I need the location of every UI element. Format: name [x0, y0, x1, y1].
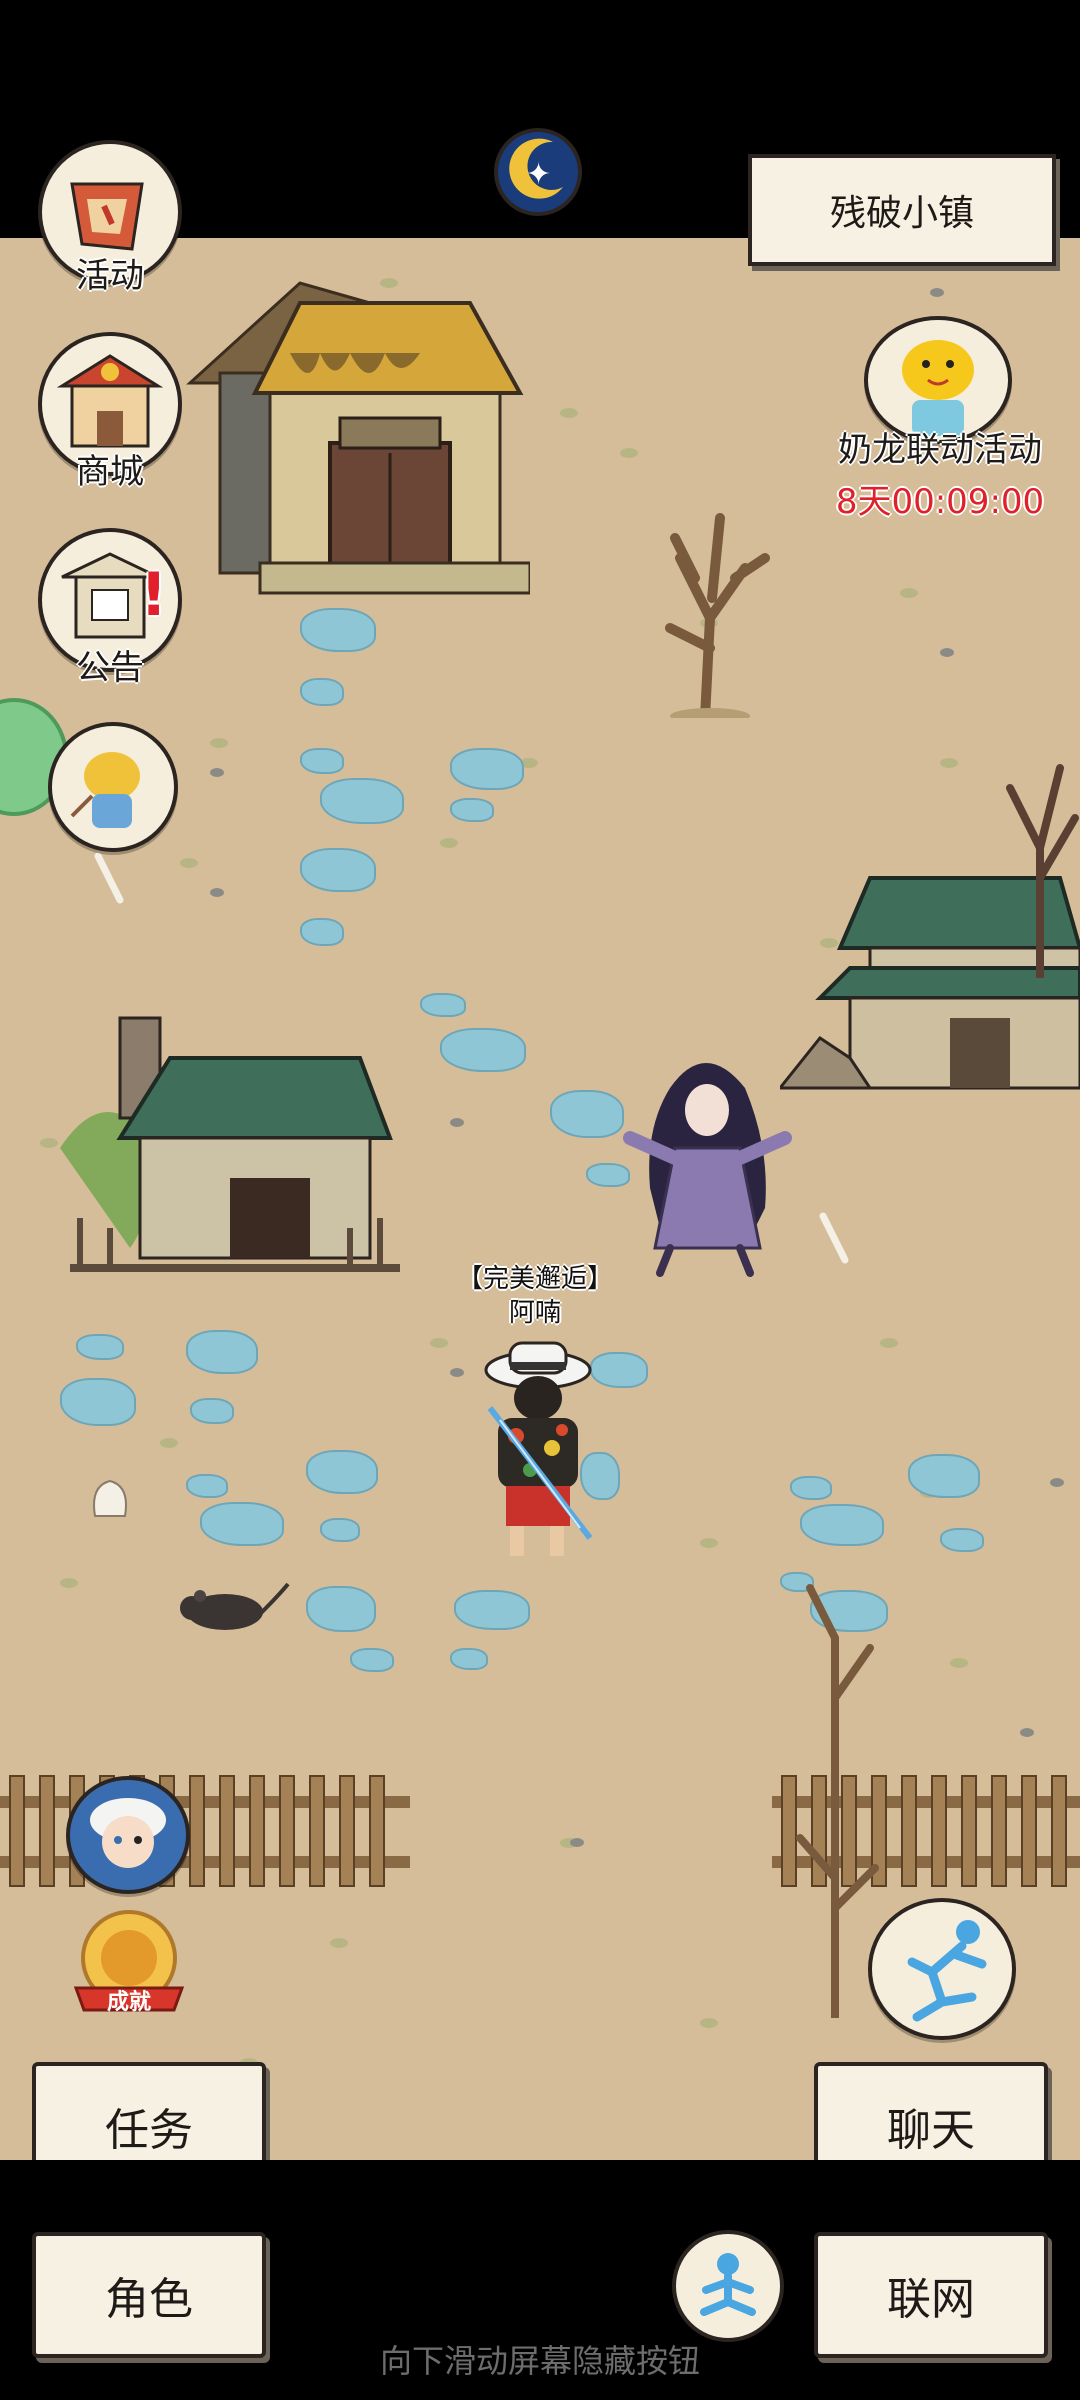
sprint-button[interactable] — [868, 1898, 1016, 2040]
rat-enemy[interactable] — [170, 1578, 290, 1638]
hide-buttons-hint: 向下滑动屏幕隐藏按钮 — [379, 2342, 700, 2380]
event-title[interactable]: 奶龙联动活动 — [820, 422, 1060, 471]
achievement-label: 成就 — [106, 1990, 151, 2015]
meditate-button[interactable] — [672, 2230, 784, 2342]
companion-avatar-icon — [90, 1798, 166, 1868]
companion-avatar-button[interactable] — [66, 1776, 190, 1894]
player-character[interactable] — [480, 1338, 600, 1578]
wooden-fence-left — [0, 1775, 410, 1887]
ghost-woman-npc[interactable] — [610, 1048, 800, 1278]
notice-alert-badge: ! — [140, 560, 168, 630]
dead-tree-icon — [665, 513, 770, 718]
location-name-button[interactable]: 残破小镇 — [748, 154, 1056, 266]
moon-star-icon: ✦ — [509, 138, 563, 199]
notice-label: 公告 — [76, 648, 144, 688]
achievement-button[interactable]: 成就 — [66, 1906, 192, 2022]
shop-label: 商城 — [76, 452, 144, 492]
svg-text:✦: ✦ — [526, 157, 551, 192]
event-countdown: 8天00:09:00 — [835, 482, 1045, 522]
achievement-moon-badge[interactable]: ✦ — [494, 128, 582, 216]
player-title: 【完美邂逅】 — [456, 1264, 613, 1294]
fishing-mascot-icon — [70, 752, 140, 828]
bone-icon — [819, 1212, 849, 1264]
skull-icon — [93, 1479, 127, 1517]
thatched-hut-icon — [186, 281, 530, 595]
meditation-figure-icon — [700, 2253, 756, 2316]
ruined-house-icon — [60, 1016, 400, 1272]
bone-icon — [94, 852, 124, 904]
dead-tree-right-icon — [1006, 764, 1079, 978]
fishing-mascot-button[interactable] — [48, 722, 178, 852]
running-figure-icon — [907, 1920, 987, 2022]
activity-label: 活动 — [76, 256, 144, 296]
player-name: 阿喃 — [508, 1298, 561, 1328]
dead-tree-small-icon — [796, 1584, 879, 2018]
